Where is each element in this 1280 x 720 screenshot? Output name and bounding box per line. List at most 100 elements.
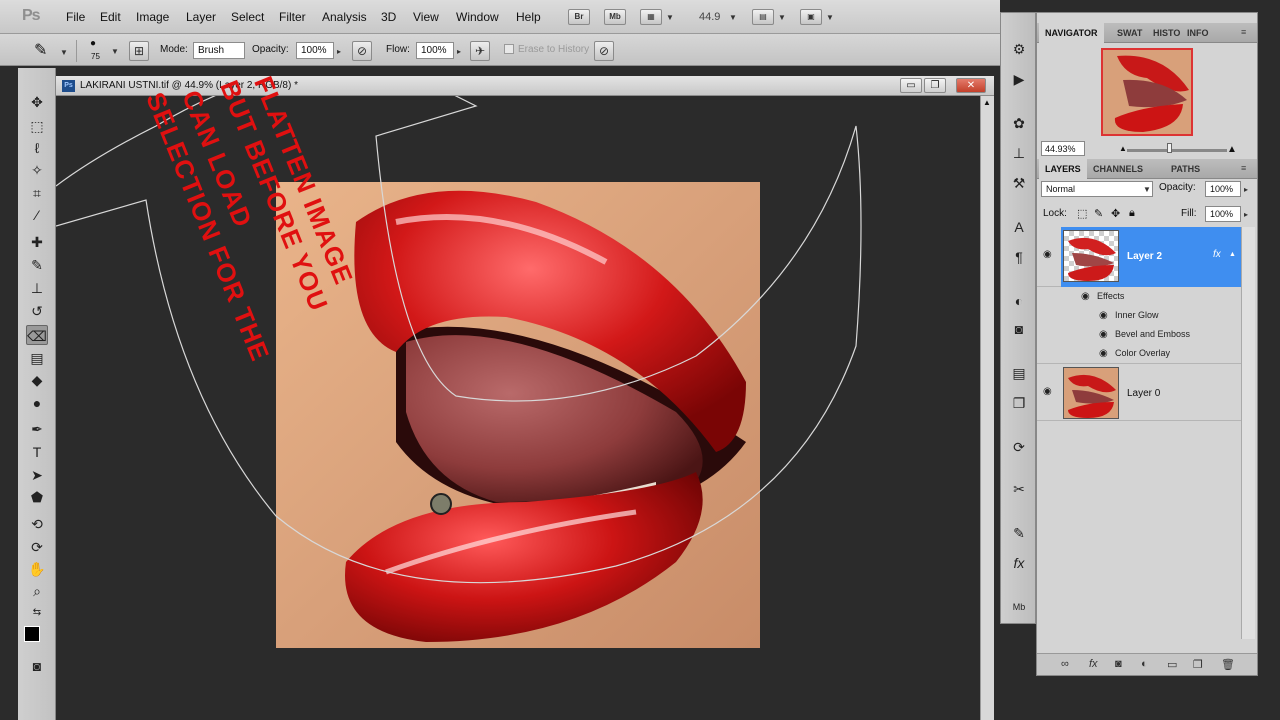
quick-mask-icon[interactable]: ◙ (26, 656, 48, 676)
type-tool-icon[interactable]: T (26, 442, 48, 462)
scroll-up-icon[interactable]: ▲ (983, 98, 991, 107)
blur-tool-icon[interactable]: ◆ (26, 370, 48, 390)
layer-row[interactable]: ◉ Layer 2 fx ▲ (1037, 227, 1241, 287)
swap-colors-icon[interactable]: ⇆ (26, 603, 48, 623)
chevron-right-icon[interactable]: ▸ (1244, 185, 1248, 194)
layer-comps-icon[interactable]: ❐ (1009, 393, 1029, 413)
fill-input[interactable]: 100% (1205, 206, 1241, 222)
shape-tool-icon[interactable]: ⬟ (26, 487, 48, 507)
layer-name[interactable]: Layer 2 (1127, 251, 1162, 262)
path-select-tool-icon[interactable]: ➤ (26, 465, 48, 485)
3d-orbit-tool-icon[interactable]: ⟳ (26, 537, 48, 557)
pen-tool-icon[interactable]: ✒ (26, 419, 48, 439)
chevron-down-icon[interactable]: ▼ (826, 13, 834, 22)
tab-navigator[interactable]: NAVIGATOR (1039, 23, 1104, 43)
effect-inner-glow[interactable]: Inner Glow (1115, 310, 1159, 320)
tab-info[interactable]: INFO (1181, 23, 1215, 43)
menu-analysis[interactable]: Analysis (322, 10, 367, 24)
lock-all-icon[interactable]: 🔒︎ (1129, 207, 1135, 220)
effect-color-overlay[interactable]: Color Overlay (1115, 348, 1170, 358)
view-extras-button[interactable]: ▦ (640, 9, 662, 25)
gradient-tool-icon[interactable]: ▤ (26, 348, 48, 368)
restore-button[interactable]: ❐ (924, 78, 946, 93)
masks-panel-icon[interactable]: ◙ (1009, 319, 1029, 339)
opacity-input[interactable]: 100% (296, 42, 334, 59)
menu-filter[interactable]: Filter (279, 10, 306, 24)
navigator-zoom-slider[interactable] (1127, 149, 1227, 152)
clone-stamp-tool-icon[interactable]: ⊥ (26, 278, 48, 298)
tablet-pressure-size-icon[interactable]: ⊘ (594, 41, 614, 61)
tab-paths[interactable]: PATHS (1165, 159, 1206, 179)
layer-name[interactable]: Layer 0 (1127, 388, 1160, 399)
menu-help[interactable]: Help (516, 10, 541, 24)
lock-transparent-icon[interactable]: ⬚ (1077, 207, 1087, 220)
dodge-tool-icon[interactable]: ● (26, 393, 48, 413)
visibility-eye-icon[interactable]: ◉ (1099, 329, 1108, 340)
chevron-right-icon[interactable]: ▸ (1244, 210, 1248, 219)
zoom-level[interactable]: 44.9 (699, 11, 720, 23)
tool-presets-icon[interactable]: ⚒ (1009, 173, 1029, 193)
effect-bevel-emboss[interactable]: Bevel and Emboss (1115, 329, 1190, 339)
history-panel-icon[interactable]: ⚙ (1009, 39, 1029, 59)
pressure-opacity-icon[interactable]: ⊘ (352, 41, 372, 61)
brush-preset-icon[interactable]: ● (90, 38, 96, 49)
chevron-down-icon[interactable]: ▼ (666, 13, 674, 22)
quick-select-tool-icon[interactable]: ✧ (26, 160, 48, 180)
move-tool-icon[interactable]: ✥ (26, 92, 48, 112)
mode-select[interactable]: Brush (193, 42, 245, 59)
brush-tool-icon[interactable]: ✎ (26, 255, 48, 275)
tab-swatches[interactable]: SWAT (1111, 23, 1148, 43)
visibility-eye-icon[interactable]: ◉ (1043, 249, 1052, 260)
delete-layer-icon[interactable]: 🗑︎ (1221, 658, 1235, 671)
add-style-icon[interactable]: fx (1089, 658, 1098, 670)
history-brush-tool-icon[interactable]: ↺ (26, 301, 48, 321)
tab-channels[interactable]: CHANNELS (1087, 159, 1149, 179)
chevron-right-icon[interactable]: ▸ (457, 47, 461, 56)
zoom-tool-icon[interactable]: ⌕ (26, 581, 48, 601)
paragraph-panel-icon[interactable]: ¶ (1009, 247, 1029, 267)
menu-3d[interactable]: 3D (381, 10, 396, 24)
crop-tool-icon[interactable]: ⌗ (26, 183, 48, 203)
3d-rotate-tool-icon[interactable]: ⟲ (26, 514, 48, 534)
chevron-right-icon[interactable]: ▸ (337, 47, 341, 56)
new-group-icon[interactable]: ▭ (1167, 658, 1177, 671)
panel-menu-icon[interactable]: ≡ (1241, 27, 1246, 37)
zoom-in-icon[interactable]: ▲ (1227, 144, 1237, 155)
adjustment-layer-icon[interactable]: ◐ (1141, 658, 1148, 670)
tab-layers[interactable]: LAYERS (1039, 159, 1087, 179)
menu-layer[interactable]: Layer (186, 10, 216, 24)
brush-presets-icon[interactable]: ✿ (1009, 113, 1029, 133)
layer-row[interactable]: ◉ Layer 0 (1037, 363, 1241, 421)
slider-thumb[interactable] (1167, 143, 1172, 153)
lock-pixels-icon[interactable]: ✎ (1094, 207, 1103, 220)
styles-panel-icon[interactable]: ✎ (1009, 523, 1029, 543)
visibility-eye-icon[interactable]: ◉ (1099, 348, 1108, 359)
marquee-tool-icon[interactable]: ⬚ (26, 116, 48, 136)
airbrush-icon[interactable]: ✈ (470, 41, 490, 61)
screen-mode-button[interactable]: ▣ (800, 9, 822, 25)
healing-brush-tool-icon[interactable]: ✚ (26, 232, 48, 252)
menu-file[interactable]: File (66, 10, 85, 24)
vertical-scrollbar[interactable]: ▲ (980, 96, 994, 720)
lock-position-icon[interactable]: ✥ (1111, 207, 1120, 220)
foreground-color-swatch[interactable] (24, 626, 40, 642)
chevron-down-icon[interactable]: ▼ (729, 13, 737, 22)
panel-menu-icon[interactable]: ≡ (1241, 163, 1246, 173)
fx-panel-icon[interactable]: fx (1009, 553, 1029, 573)
minimize-button[interactable]: ▭ (900, 78, 922, 93)
navigator-thumbnail[interactable] (1101, 48, 1193, 136)
actions-panel-icon[interactable]: ▶ (1009, 69, 1029, 89)
close-button[interactable]: ✕ (956, 78, 986, 93)
link-layers-icon[interactable]: ∞ (1061, 658, 1069, 670)
bridge-button[interactable]: Br (568, 9, 590, 25)
chevron-down-icon[interactable]: ▼ (1143, 185, 1151, 194)
arrange-documents-button[interactable]: ▤ (752, 9, 774, 25)
new-layer-icon[interactable]: ❐ (1193, 658, 1203, 671)
flow-input[interactable]: 100% (416, 42, 454, 59)
visibility-eye-icon[interactable]: ◉ (1043, 386, 1052, 397)
eyedropper-tool-icon[interactable]: ⁄ (26, 205, 48, 225)
minibridge-button[interactable]: Mb (604, 9, 626, 25)
mini-bridge-panel-icon[interactable]: Mb (1009, 597, 1029, 617)
zoom-out-icon[interactable]: ▲ (1119, 144, 1127, 153)
tools-scissors-icon[interactable]: ✂ (1009, 479, 1029, 499)
